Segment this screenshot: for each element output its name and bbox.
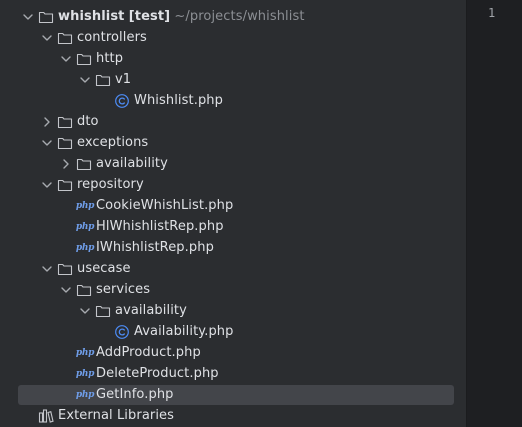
chevron-down-icon[interactable] xyxy=(39,28,55,48)
folder-icon xyxy=(57,133,73,153)
chevron-down-icon[interactable] xyxy=(58,280,74,300)
tree-row-php[interactable]: php IWhishlistRep.php xyxy=(18,238,454,258)
tree-row-root[interactable]: whishlist [test] ~/projects/whishlist xyxy=(18,7,454,27)
tree-row-php[interactable]: php DeleteProduct.php xyxy=(18,364,454,384)
folder-icon xyxy=(95,70,111,90)
php-class-icon xyxy=(114,322,130,342)
tree-item-label: Availability.php xyxy=(134,324,234,339)
tree-item-label: availability xyxy=(115,303,187,318)
tree-item-label: GetInfo.php xyxy=(96,387,174,402)
tree-item-label: IWhishlistRep.php xyxy=(96,240,214,255)
tree-item-label: External Libraries xyxy=(58,408,175,423)
folder-icon xyxy=(76,49,92,69)
project-path: ~/projects/whishlist xyxy=(174,9,305,24)
project-badge: [test] xyxy=(128,9,171,24)
folder-icon xyxy=(38,7,54,27)
tree-item-label: Whishlist.php xyxy=(134,93,223,108)
tree-row-folder[interactable]: v1 xyxy=(18,70,454,90)
tree-row-php[interactable]: php CookieWhishList.php xyxy=(18,196,454,216)
tree-row-php[interactable]: php HlWhishlistRep.php xyxy=(18,217,454,237)
php-class-icon xyxy=(114,91,130,111)
tree-row-folder[interactable]: http xyxy=(18,49,454,69)
tree-item-label: HlWhishlistRep.php xyxy=(96,219,224,234)
php-file-icon: php xyxy=(75,348,95,358)
tree-row-folder[interactable]: availability xyxy=(18,301,454,321)
tree-row-libraries[interactable]: External Libraries xyxy=(18,406,454,426)
folder-icon xyxy=(57,259,73,279)
tree-item-label: CookieWhishList.php xyxy=(96,198,234,213)
chevron-down-icon[interactable] xyxy=(58,49,74,69)
folder-icon xyxy=(95,301,111,321)
tree-item-label: services xyxy=(96,282,151,297)
tree-row-folder[interactable]: availability xyxy=(18,154,454,174)
project-name: whishlist [test] ~/projects/whishlist xyxy=(58,7,305,27)
php-file-icon: php xyxy=(75,222,95,232)
editor-pane[interactable]: 1 xyxy=(466,0,522,427)
tree-row-folder[interactable]: exceptions xyxy=(18,133,454,153)
tree-row-folder[interactable]: services xyxy=(18,280,454,300)
line-number: 1 xyxy=(488,6,496,20)
tree-item-label: controllers xyxy=(77,30,147,45)
chevron-down-icon[interactable] xyxy=(39,259,55,279)
editor-divider xyxy=(466,0,467,427)
tree-item-label: repository xyxy=(77,177,144,192)
php-file-icon: php xyxy=(75,201,95,211)
chevron-down-icon[interactable] xyxy=(39,175,55,195)
tree-row-folder[interactable]: dto xyxy=(18,112,454,132)
tree-row-folder[interactable]: controllers xyxy=(18,28,454,48)
tree-row-class[interactable]: Availability.php xyxy=(18,322,454,342)
tree-item-label: dto xyxy=(77,114,99,129)
tree-item-label: usecase xyxy=(77,261,131,276)
tree-item-label: exceptions xyxy=(77,135,149,150)
folder-icon xyxy=(57,175,73,195)
chevron-down-icon[interactable] xyxy=(39,133,55,153)
chevron-down-icon[interactable] xyxy=(20,7,36,27)
tree-row-php[interactable]: php AddProduct.php xyxy=(18,343,454,363)
tree-row-class[interactable]: Whishlist.php xyxy=(18,91,454,111)
tree-item-label: DeleteProduct.php xyxy=(96,366,219,381)
chevron-right-icon[interactable] xyxy=(39,112,55,132)
chevron-down-icon[interactable] xyxy=(77,301,93,321)
folder-icon xyxy=(76,154,92,174)
folder-icon xyxy=(76,280,92,300)
tree-item-label: v1 xyxy=(115,72,132,87)
tree-item-label: availability xyxy=(96,156,168,171)
project-tree: whishlist [test] ~/projects/whishlist con… xyxy=(0,0,466,427)
chevron-right-icon[interactable] xyxy=(58,154,74,174)
folder-icon xyxy=(57,112,73,132)
chevron-down-icon[interactable] xyxy=(77,70,93,90)
tree-item-label: http xyxy=(96,51,124,66)
tree-item-label: AddProduct.php xyxy=(96,345,201,360)
php-file-icon: php xyxy=(75,243,95,253)
php-file-icon: php xyxy=(75,390,95,400)
tree-row-folder[interactable]: usecase xyxy=(18,259,454,279)
tree-row-php[interactable]: php GetInfo.php xyxy=(18,385,454,405)
folder-icon xyxy=(57,28,73,48)
project-name-label: whishlist xyxy=(58,9,125,24)
tree-row-folder[interactable]: repository xyxy=(18,175,454,195)
libraries-icon xyxy=(38,406,54,426)
php-file-icon: php xyxy=(75,369,95,379)
